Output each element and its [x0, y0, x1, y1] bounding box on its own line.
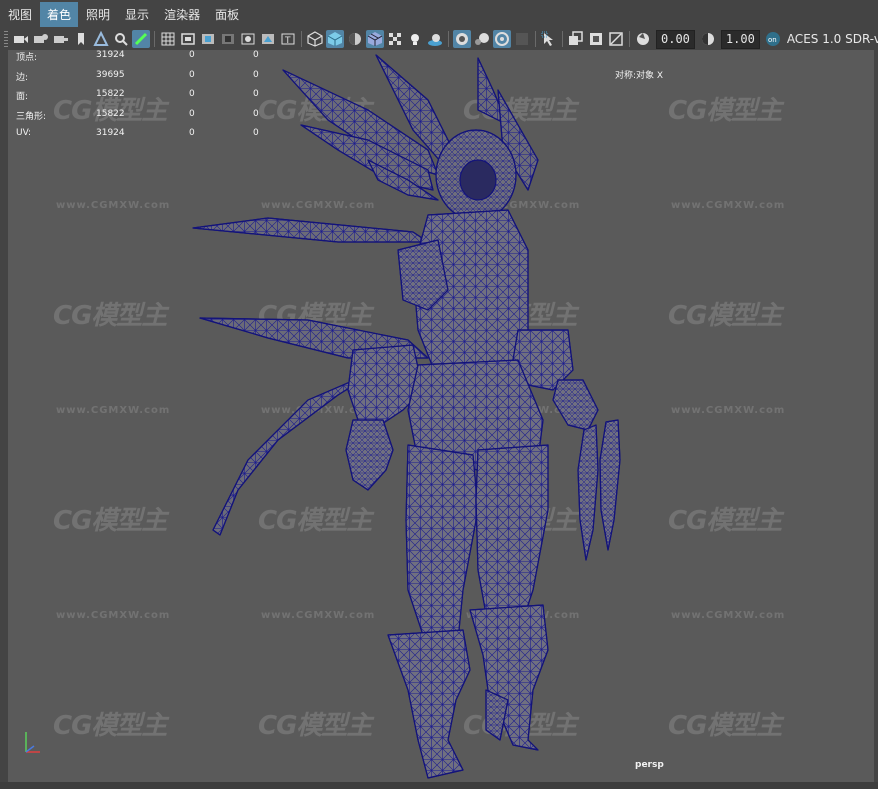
- stats-value: 39695: [96, 69, 125, 80]
- menu-renderer[interactable]: 渲染器: [157, 2, 207, 27]
- axis-gizmo-icon: [25, 732, 40, 753]
- viewport-bottom-border: [0, 782, 878, 789]
- stats-label: UV:: [16, 128, 32, 139]
- camera-lock-icon[interactable]: [32, 30, 50, 48]
- symmetry-status: 对称:对象 X: [615, 71, 664, 81]
- viewport-menubar: 视图 着色 照明 显示 渲染器 面板: [0, 0, 878, 28]
- viewport-toolbar: T 0.00 1.00 on ACES 1.0 SDR-vid: [0, 28, 878, 51]
- exposure-field[interactable]: 0.00: [656, 29, 695, 49]
- xray-joints-icon[interactable]: [587, 30, 605, 48]
- use-all-lights-icon[interactable]: [406, 30, 424, 48]
- toolbar-separator: [448, 31, 449, 47]
- wireframe-icon[interactable]: [306, 30, 324, 48]
- stats-value: 0: [253, 69, 259, 80]
- character-wireframe-model[interactable]: [8, 50, 874, 782]
- stats-value: 31924: [96, 128, 125, 139]
- exposure-icon[interactable]: [634, 30, 652, 48]
- stats-value: 0: [253, 89, 259, 100]
- gamma-field[interactable]: 1.00: [720, 29, 760, 49]
- stats-label: 面:: [16, 92, 29, 103]
- stats-value: 0: [253, 108, 259, 119]
- textured-icon[interactable]: [386, 30, 404, 48]
- 3d-viewport[interactable]: CG模型主 www.CGMXW.com CG模型主 www.CGMXW.com CG模型…: [8, 50, 874, 782]
- camera-name-label: persp: [635, 760, 664, 770]
- motion-blur-icon[interactable]: [473, 30, 491, 48]
- stats-row-triangles: 三角形: 15822 0 0: [16, 109, 286, 129]
- stats-value: 0: [189, 128, 195, 139]
- stats-label: 边:: [16, 72, 29, 83]
- stats-value: 15822: [96, 89, 125, 100]
- field-chart-icon[interactable]: [239, 30, 257, 48]
- menu-panels[interactable]: 面板: [208, 2, 246, 27]
- toolbar-separator: [562, 31, 563, 47]
- default-material-icon[interactable]: [346, 30, 364, 48]
- screen-space-ao-icon[interactable]: [453, 30, 471, 48]
- stats-row-vertices: 顶点: 31924 0 0: [16, 50, 286, 70]
- resolution-gate-icon[interactable]: [199, 30, 217, 48]
- safe-title-icon[interactable]: T: [279, 30, 297, 48]
- stats-row-uvs: UV: 31924 0 0: [16, 128, 286, 148]
- stats-label: 三角形:: [16, 111, 47, 122]
- menu-view[interactable]: 视图: [1, 2, 39, 27]
- shadows-icon[interactable]: [426, 30, 444, 48]
- camera-select-icon[interactable]: [12, 30, 30, 48]
- svg-text:on: on: [768, 36, 777, 44]
- 2d-pan-zoom-icon[interactable]: [112, 30, 130, 48]
- stats-value: 0: [253, 50, 259, 60]
- bookmark-icon[interactable]: [72, 30, 90, 48]
- grease-pencil-icon[interactable]: [132, 30, 150, 48]
- gamma-icon[interactable]: [699, 30, 717, 48]
- menu-show[interactable]: 显示: [118, 2, 156, 27]
- toolbar-separator: [301, 31, 302, 47]
- toolbar-separator: [535, 31, 536, 47]
- stats-label: 顶点:: [16, 53, 38, 63]
- xray-icon[interactable]: [567, 30, 585, 48]
- viewport-left-border: [0, 50, 8, 782]
- menu-lighting[interactable]: 照明: [79, 2, 117, 27]
- toolbar-separator: [154, 31, 155, 47]
- stats-row-edges: 边: 39695 0 0: [16, 70, 286, 90]
- stats-value: 0: [253, 128, 259, 139]
- isolate-select-icon[interactable]: [540, 30, 558, 48]
- grid-icon[interactable]: [159, 30, 177, 48]
- toolbar-separator: [629, 31, 630, 47]
- stats-value: 31924: [96, 50, 125, 60]
- viewport-right-border: [874, 50, 878, 782]
- stats-value: 0: [189, 108, 195, 119]
- menu-shading[interactable]: 着色: [40, 1, 79, 27]
- wireframe-on-shaded-icon[interactable]: [366, 30, 384, 48]
- smooth-shade-icon[interactable]: [326, 30, 344, 48]
- toolbar-grip-icon[interactable]: [4, 31, 8, 47]
- stats-value: 15822: [96, 108, 125, 119]
- stats-value: 0: [189, 89, 195, 100]
- poly-count-hud: 顶点: 31924 0 0 边: 39695 0 0 面: 15822 0 0 …: [16, 50, 286, 148]
- image-plane-icon[interactable]: [92, 30, 110, 48]
- stats-value: 0: [189, 69, 195, 80]
- xray-active-components-icon[interactable]: [607, 30, 625, 48]
- stats-row-faces: 面: 15822 0 0: [16, 89, 286, 109]
- color-space-dropdown[interactable]: ACES 1.0 SDR-vid: [783, 32, 878, 46]
- anti-aliasing-icon[interactable]: [493, 30, 511, 48]
- svg-text:T: T: [284, 36, 291, 46]
- film-gate-icon[interactable]: [179, 30, 197, 48]
- color-management-icon[interactable]: on: [764, 30, 782, 48]
- camera-attributes-icon[interactable]: [52, 30, 70, 48]
- safe-action-icon[interactable]: [259, 30, 277, 48]
- stats-value: 0: [189, 50, 195, 60]
- gate-mask-icon[interactable]: [219, 30, 237, 48]
- depth-of-field-icon[interactable]: [513, 30, 531, 48]
